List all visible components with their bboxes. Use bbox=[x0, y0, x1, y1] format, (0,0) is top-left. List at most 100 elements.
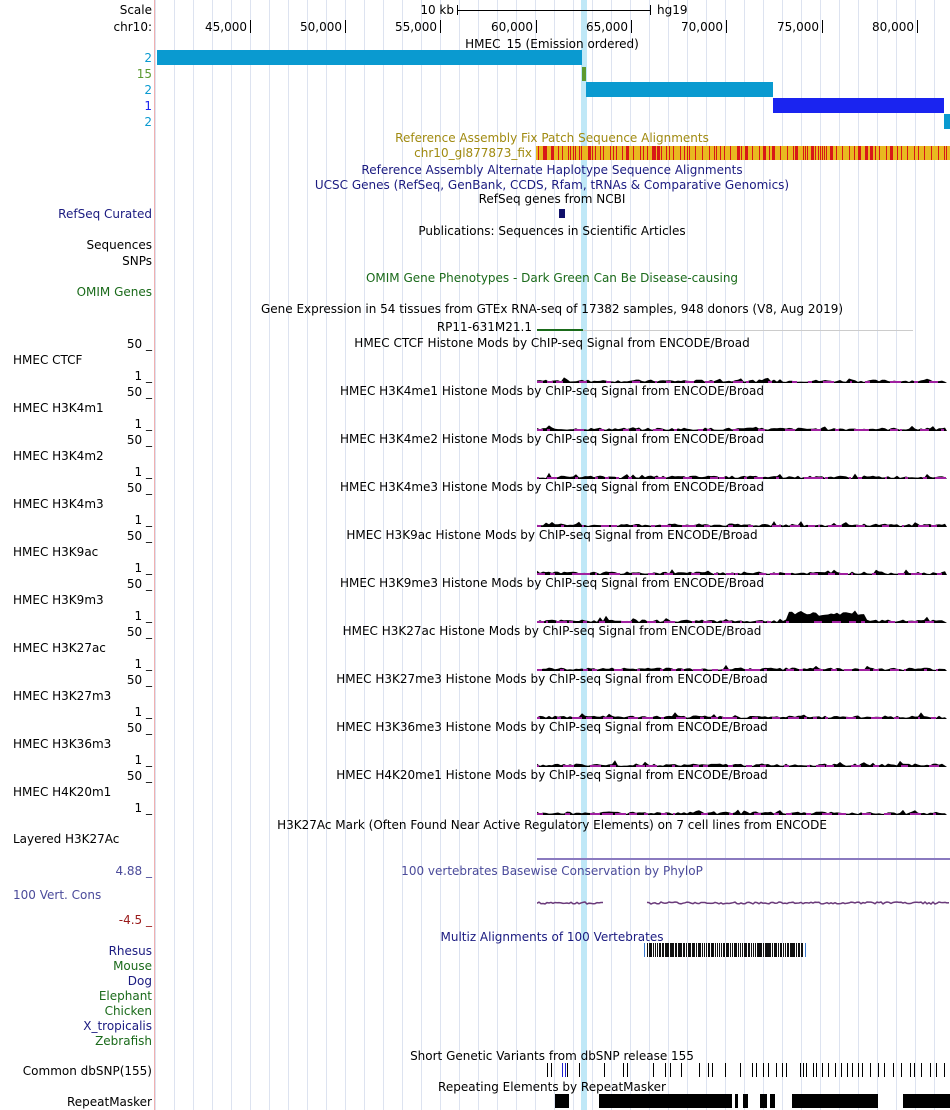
dbsnp-variant[interactable] bbox=[756, 1063, 757, 1077]
dbsnp-variant[interactable] bbox=[852, 1063, 853, 1077]
repeatmasker-element[interactable] bbox=[735, 1094, 738, 1108]
dbsnp-variant[interactable] bbox=[670, 1063, 671, 1077]
histone-track-label[interactable]: HMEC CTCF bbox=[13, 353, 82, 367]
dbsnp-variant[interactable] bbox=[803, 1063, 804, 1077]
repeatmasker-element[interactable] bbox=[743, 1094, 748, 1108]
chromhmm-state-15-segment[interactable] bbox=[582, 67, 586, 81]
histone-track-title[interactable]: HMEC H3K27ac Histone Mods by ChIP-seq Si… bbox=[343, 624, 762, 638]
publications-sequences-label[interactable]: Sequences bbox=[87, 238, 152, 252]
histone-signal[interactable] bbox=[537, 753, 950, 767]
histone-signal[interactable] bbox=[537, 705, 950, 719]
chromhmm-row-label[interactable]: 15 bbox=[137, 67, 152, 81]
histone-track-title[interactable]: HMEC H3K4me1 Histone Mods by ChIP-seq Si… bbox=[340, 384, 764, 398]
dbsnp-variant[interactable] bbox=[800, 1063, 801, 1077]
publications-track-title[interactable]: Publications: Sequences in Scientific Ar… bbox=[418, 224, 685, 238]
dbsnp-variant[interactable] bbox=[782, 1063, 783, 1077]
dbsnp-variant[interactable] bbox=[763, 1063, 764, 1077]
histone-track-label[interactable]: HMEC H3K27m3 bbox=[13, 689, 111, 703]
multiz-track-title[interactable]: Multiz Alignments of 100 Vertebrates bbox=[440, 930, 663, 944]
histone-track-label[interactable]: HMEC H3K4m3 bbox=[13, 497, 104, 511]
chromhmm-state-2-segment[interactable] bbox=[944, 114, 950, 129]
repeatmasker-track-title[interactable]: Repeating Elements by RepeatMasker bbox=[438, 1080, 666, 1094]
refseq-track-title[interactable]: RefSeq genes from NCBI bbox=[479, 192, 626, 206]
dbsnp-variant[interactable] bbox=[841, 1063, 842, 1077]
dbsnp-variant[interactable] bbox=[740, 1063, 741, 1077]
histone-signal[interactable] bbox=[537, 561, 950, 575]
multiz-alignment-block[interactable] bbox=[644, 943, 806, 957]
chromhmm-state-2-segment[interactable] bbox=[586, 82, 773, 97]
repeatmasker-element[interactable] bbox=[903, 1094, 950, 1108]
histone-track-title[interactable]: HMEC H3K36me3 Histone Mods by ChIP-seq S… bbox=[336, 720, 768, 734]
refseq-gene-feature[interactable] bbox=[559, 209, 565, 218]
dbsnp-variant[interactable] bbox=[858, 1063, 859, 1077]
histone-track-label[interactable]: HMEC H3K4m1 bbox=[13, 401, 104, 415]
histone-track-label[interactable]: HMEC H3K36m3 bbox=[13, 737, 111, 751]
dbsnp-variant[interactable] bbox=[768, 1063, 769, 1077]
dbsnp-variant[interactable] bbox=[914, 1063, 915, 1077]
dbsnp-variant[interactable] bbox=[910, 1063, 911, 1077]
histone-track-label[interactable]: HMEC H3K9m3 bbox=[13, 593, 104, 607]
gtex-track-title[interactable]: Gene Expression in 54 tissues from GTEx … bbox=[261, 302, 843, 316]
dbsnp-variant[interactable] bbox=[562, 1063, 563, 1077]
dbsnp-variant[interactable] bbox=[725, 1063, 726, 1077]
refseq-curated-label[interactable]: RefSeq Curated bbox=[58, 207, 152, 221]
multiz-species-label[interactable]: Rhesus bbox=[109, 944, 152, 958]
gtex-gene-label[interactable]: RP11-631M21.1 bbox=[437, 320, 532, 334]
repeatmasker-element[interactable] bbox=[599, 1094, 732, 1108]
histone-track-label[interactable]: HMEC H3K9ac bbox=[13, 545, 98, 559]
dbsnp-variant[interactable] bbox=[862, 1063, 863, 1077]
cons-signal[interactable] bbox=[537, 898, 950, 908]
histone-track-title[interactable]: HMEC H4K20me1 Histone Mods by ChIP-seq S… bbox=[336, 768, 768, 782]
multiz-species-label[interactable]: Mouse bbox=[113, 959, 152, 973]
cons-track-title[interactable]: 100 vertebrates Basewise Conservation by… bbox=[401, 864, 703, 878]
dbsnp-variant[interactable] bbox=[878, 1063, 879, 1077]
dbsnp-variant[interactable] bbox=[776, 1063, 777, 1077]
dbsnp-variant[interactable] bbox=[752, 1063, 753, 1077]
dbsnp-variant[interactable] bbox=[835, 1063, 836, 1077]
genome-browser-image[interactable]: Scale chr10: 10 kb hg19 45,000 50,000 55,0… bbox=[0, 0, 950, 1110]
cons-label[interactable]: 100 Vert. Cons bbox=[13, 888, 101, 902]
gtex-gene-feature[interactable] bbox=[537, 329, 583, 331]
histone-track-title[interactable]: HMEC H3K27me3 Histone Mods by ChIP-seq S… bbox=[336, 672, 768, 686]
alt-haplotype-track-title[interactable]: Reference Assembly Alternate Haplotype S… bbox=[361, 163, 742, 177]
dbsnp-variant[interactable] bbox=[847, 1063, 848, 1077]
ucsc-genes-track-title[interactable]: UCSC Genes (RefSeq, GenBank, CCDS, Rfam,… bbox=[315, 178, 789, 192]
dbsnp-label[interactable]: Common dbSNP(155) bbox=[23, 1064, 152, 1078]
histone-signal[interactable] bbox=[537, 609, 950, 623]
dbsnp-variant[interactable] bbox=[944, 1063, 945, 1077]
multiz-species-label[interactable]: Zebrafish bbox=[95, 1034, 152, 1048]
publications-snps-label[interactable]: SNPs bbox=[122, 254, 152, 268]
chromhmm-track-title[interactable]: HMEC_15 (Emission ordered) bbox=[465, 37, 639, 51]
dbsnp-variant[interactable] bbox=[665, 1063, 666, 1077]
repeatmasker-element[interactable] bbox=[555, 1094, 569, 1108]
chromhmm-state-1-segment[interactable] bbox=[773, 98, 944, 113]
histone-signal[interactable] bbox=[537, 513, 950, 527]
repeatmasker-element[interactable] bbox=[770, 1094, 775, 1108]
dbsnp-variant[interactable] bbox=[653, 1063, 654, 1077]
chromhmm-row-label[interactable]: 2 bbox=[144, 115, 152, 129]
dbsnp-variant[interactable] bbox=[893, 1063, 894, 1077]
dbsnp-variant[interactable] bbox=[828, 1063, 829, 1077]
dbsnp-variant[interactable] bbox=[681, 1063, 682, 1077]
chromhmm-row-label[interactable]: 1 bbox=[144, 99, 152, 113]
multiz-species-label[interactable]: Elephant bbox=[99, 989, 152, 1003]
fix-patch-track-title[interactable]: Reference Assembly Fix Patch Sequence Al… bbox=[395, 131, 709, 145]
histone-track-title[interactable]: HMEC H3K9me3 Histone Mods by ChIP-seq Si… bbox=[340, 576, 764, 590]
histone-track-label[interactable]: HMEC H4K20m1 bbox=[13, 785, 111, 799]
dbsnp-variant[interactable] bbox=[551, 1063, 552, 1077]
histone-track-title[interactable]: HMEC CTCF Histone Mods by ChIP-seq Signa… bbox=[354, 336, 749, 350]
chromhmm-row-label[interactable]: 2 bbox=[144, 83, 152, 97]
multiz-species-label[interactable]: Chicken bbox=[105, 1004, 152, 1018]
omim-genes-label[interactable]: OMIM Genes bbox=[77, 285, 152, 299]
histone-signal[interactable] bbox=[537, 465, 950, 479]
layered-h3k27ac-label[interactable]: Layered H3K27Ac bbox=[13, 832, 119, 846]
fix-patch-alignment[interactable] bbox=[536, 146, 950, 160]
histone-signal[interactable] bbox=[537, 417, 950, 431]
chromhmm-row-label[interactable]: 2 bbox=[144, 51, 152, 65]
dbsnp-variant[interactable] bbox=[901, 1063, 902, 1077]
dbsnp-variant[interactable] bbox=[623, 1063, 624, 1077]
repeatmasker-label[interactable]: RepeatMasker bbox=[67, 1095, 152, 1109]
dbsnp-variant[interactable] bbox=[822, 1063, 823, 1077]
dbsnp-variant[interactable] bbox=[604, 1063, 605, 1077]
histone-signal[interactable] bbox=[537, 801, 950, 815]
